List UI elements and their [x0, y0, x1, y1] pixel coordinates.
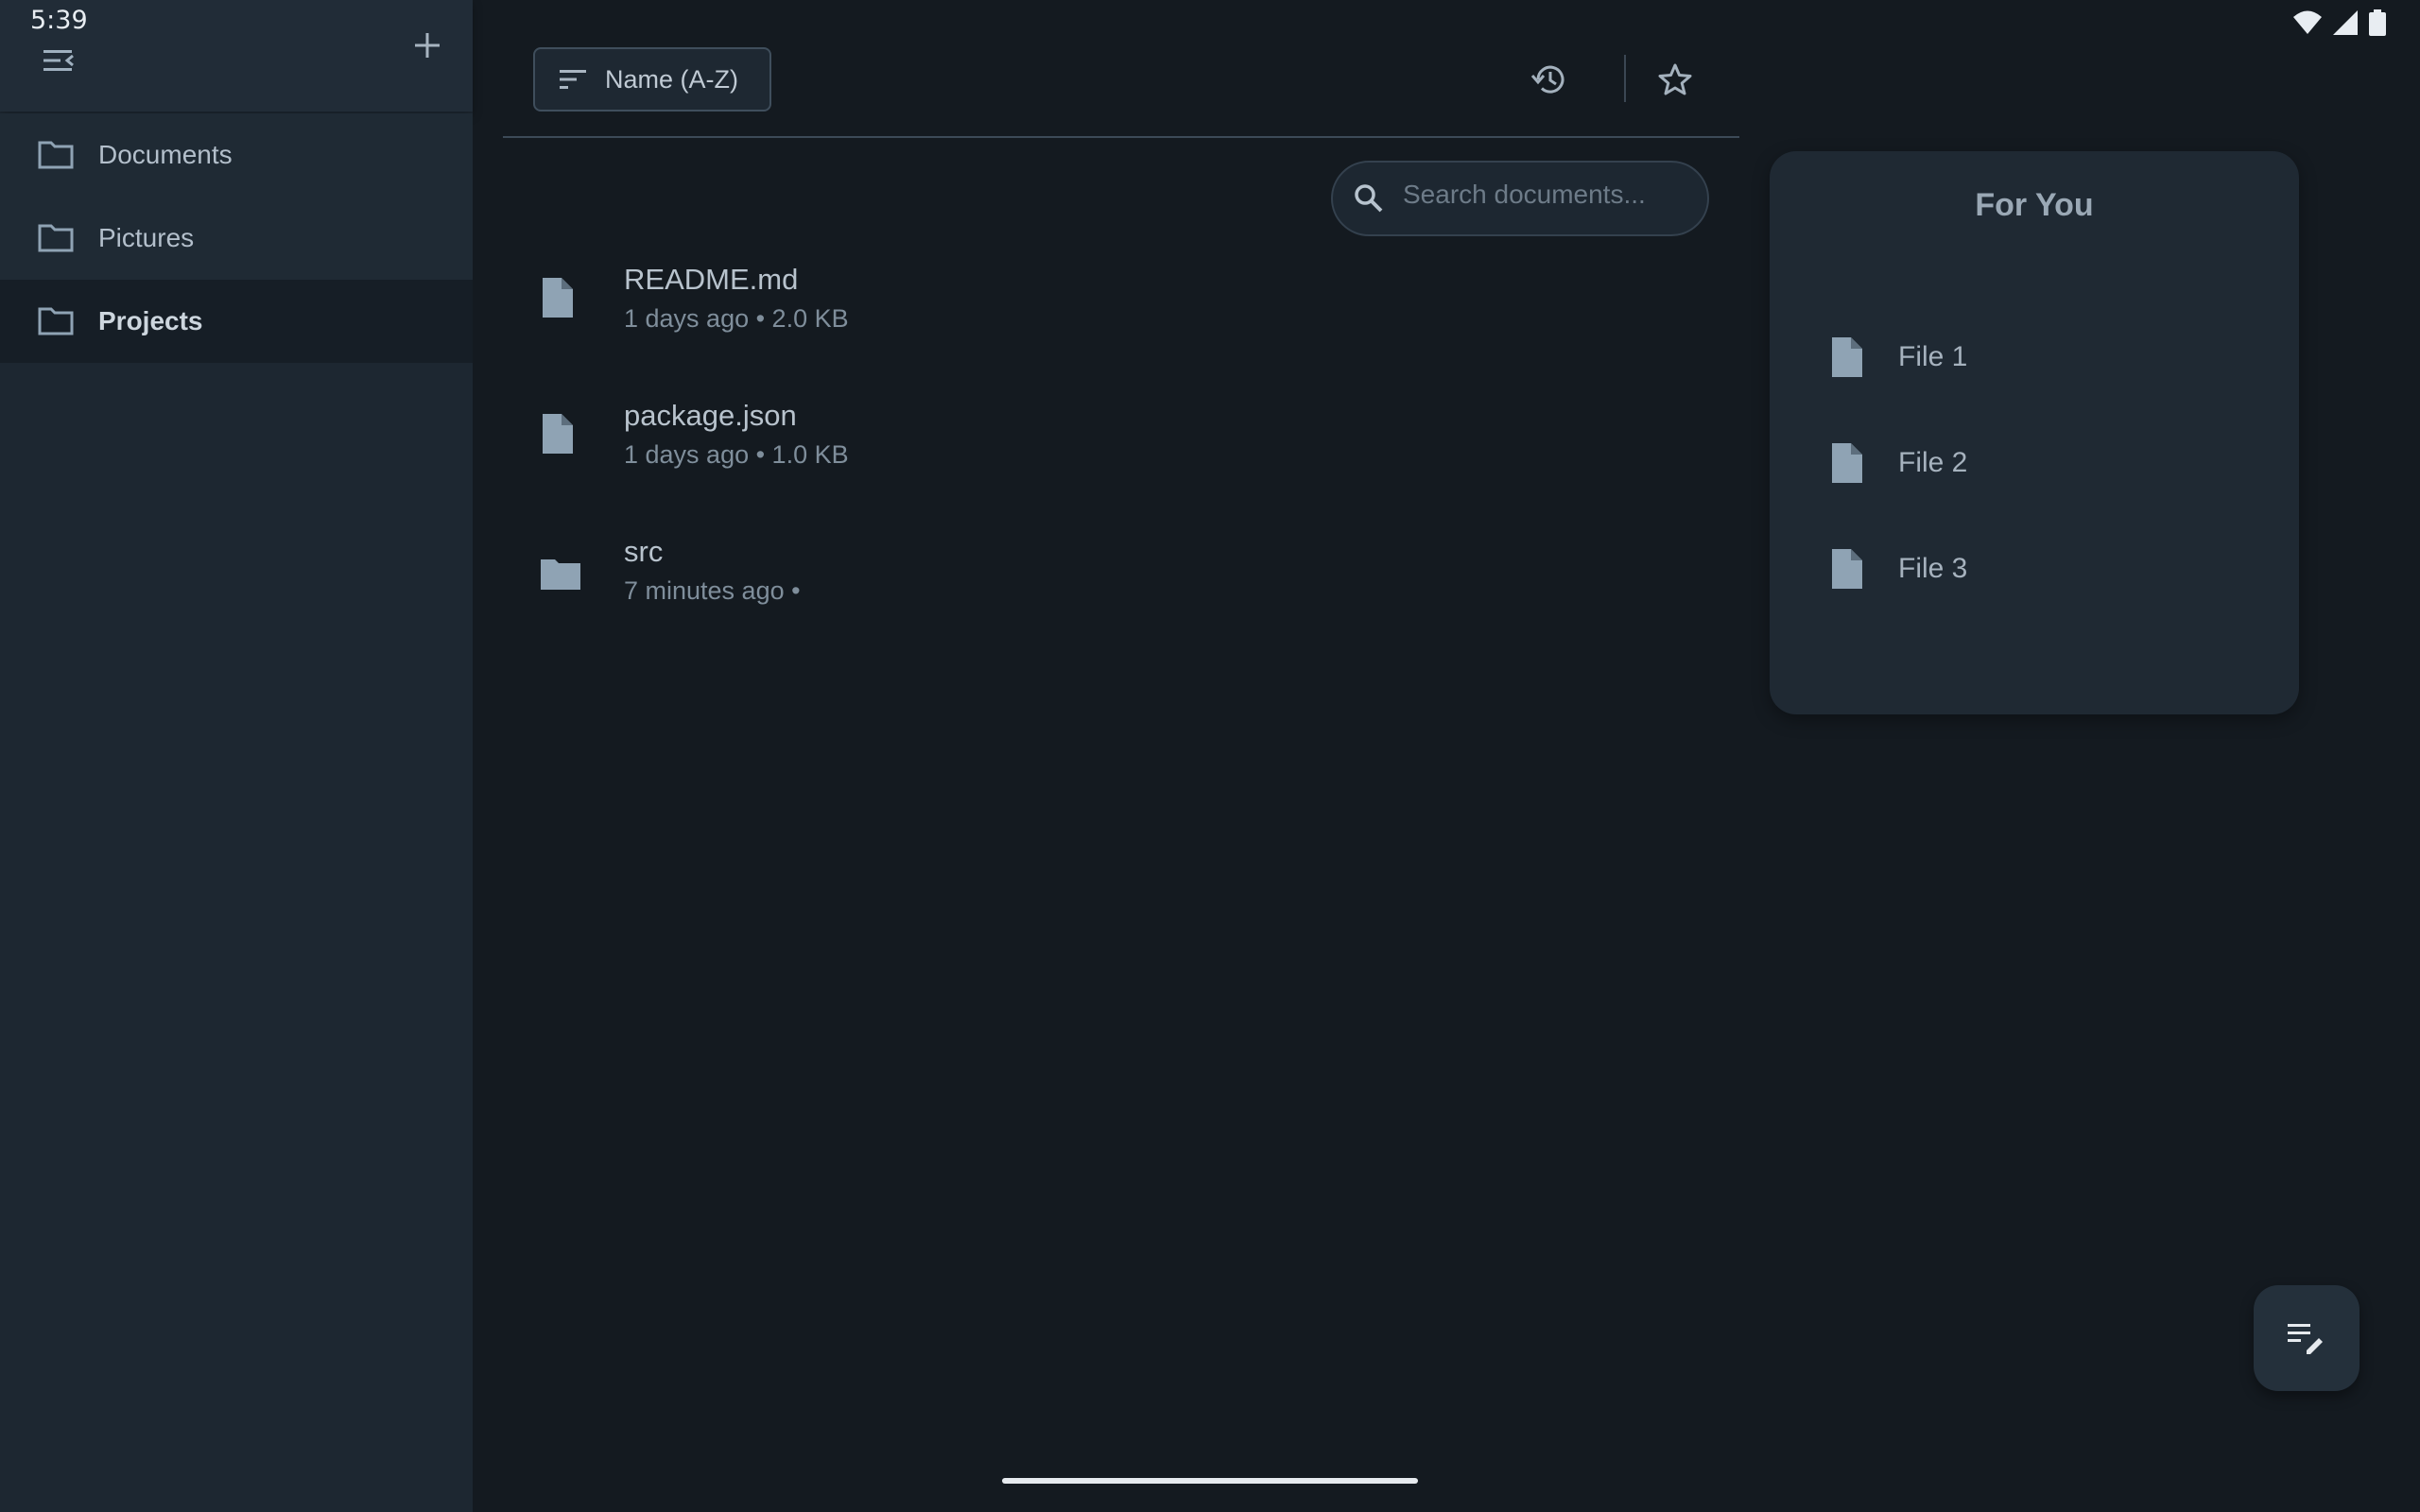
- file-name: package.json: [624, 399, 797, 432]
- favorites-button[interactable]: [1645, 49, 1705, 110]
- home-indicator[interactable]: [1002, 1478, 1418, 1484]
- for-you-title: For You: [1975, 187, 2094, 223]
- file-icon: [543, 278, 573, 318]
- folder-outline-icon: [38, 307, 74, 335]
- folder-outline-icon: [38, 224, 74, 252]
- sidebar-item-documents[interactable]: Documents: [0, 113, 473, 197]
- file-meta: 1 days ago • 1.0 KB: [624, 440, 849, 469]
- sidebar-item-label: Documents: [98, 140, 233, 169]
- toolbar-divider: [1624, 55, 1626, 102]
- sort-label: Name (A-Z): [605, 64, 738, 94]
- for-you-item-file-3[interactable]: File 3: [1830, 531, 2246, 607]
- sidebar-item-label: Projects: [98, 306, 203, 335]
- file-row-readme[interactable]: README.md 1 days ago • 2.0 KB: [503, 244, 1722, 376]
- new-note-button[interactable]: [2254, 1285, 2360, 1391]
- menu-collapse-icon: [43, 50, 74, 71]
- sidebar-item-pictures[interactable]: Pictures: [0, 197, 473, 280]
- file-icon: [1832, 337, 1862, 377]
- search-icon: [1355, 184, 1383, 213]
- history-icon: [1530, 65, 1564, 94]
- sort-button[interactable]: Name (A-Z): [533, 47, 771, 112]
- status-bar: 5:39: [0, 0, 2420, 45]
- file-icon: [1832, 549, 1862, 589]
- for-you-item-label: File 1: [1898, 341, 1968, 372]
- for-you-item-file-2[interactable]: File 2: [1830, 425, 2246, 501]
- file-row-src[interactable]: src 7 minutes ago •: [503, 516, 1722, 648]
- search-input[interactable]: [1401, 179, 1685, 211]
- history-button[interactable]: [1518, 49, 1579, 110]
- for-you-card: For You File 1 File 2 File 3: [1770, 151, 2299, 714]
- file-icon: [543, 414, 573, 454]
- file-name: src: [624, 535, 664, 568]
- for-you-item-label: File 3: [1898, 553, 1968, 584]
- file-meta: 7 minutes ago •: [624, 576, 801, 605]
- file-icon: [1832, 443, 1862, 483]
- file-row-package-json[interactable]: package.json 1 days ago • 1.0 KB: [503, 380, 1722, 512]
- folder-icon: [541, 559, 580, 590]
- battery-icon: [2369, 9, 2386, 36]
- sidebar-item-projects[interactable]: Projects: [0, 280, 473, 363]
- sidebar: Documents Pictures Projects: [0, 0, 473, 1512]
- cellular-signal-icon: [2333, 10, 2358, 35]
- for-you-item-label: File 2: [1898, 447, 1968, 478]
- wifi-icon: [2293, 10, 2322, 34]
- search-box[interactable]: [1331, 161, 1709, 236]
- for-you-item-file-1[interactable]: File 1: [1830, 319, 2246, 395]
- status-icons: [2293, 9, 2386, 36]
- sort-icon: [560, 70, 586, 89]
- folder-outline-icon: [38, 141, 74, 169]
- star-outline-icon: [1658, 63, 1692, 95]
- status-time: 5:39: [30, 6, 88, 35]
- sidebar-item-label: Pictures: [98, 223, 195, 252]
- file-meta: 1 days ago • 2.0 KB: [624, 304, 849, 333]
- file-name: README.md: [624, 263, 799, 296]
- edit-note-icon: [2288, 1324, 2323, 1354]
